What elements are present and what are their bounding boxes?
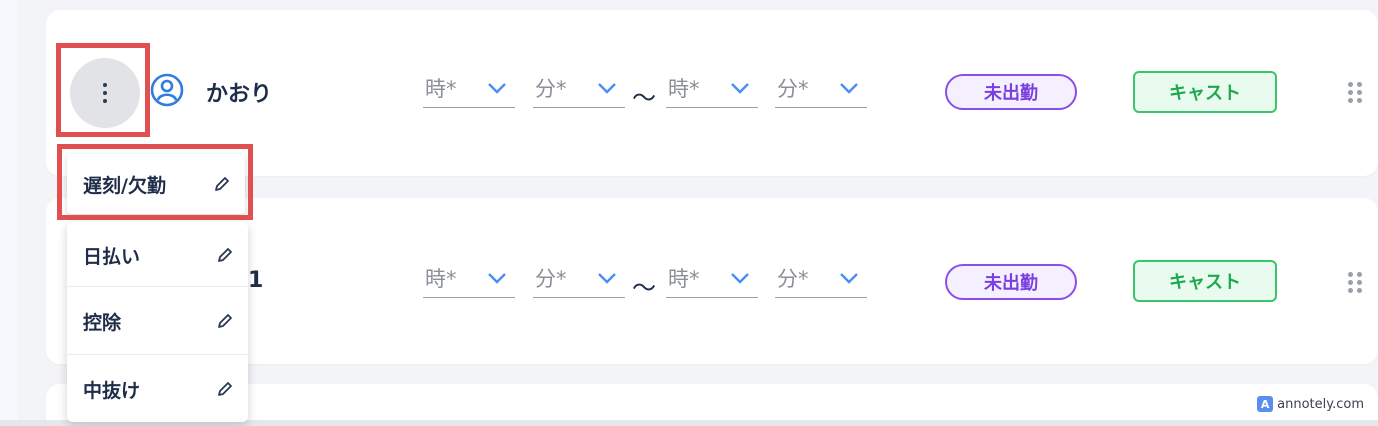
menu-item-label: 日払い <box>83 245 141 268</box>
pencil-icon <box>218 248 232 262</box>
menu-item-daily-payment[interactable]: 日払い <box>67 222 248 288</box>
end-minute-placeholder: 分* <box>777 266 809 291</box>
menu-item-label: 遅刻/欠勤 <box>83 174 166 197</box>
menu-item-break-out[interactable]: 中抜け <box>67 356 248 422</box>
annotely-logo-icon: A <box>1257 396 1274 412</box>
menu-item-deduction[interactable]: 控除 <box>67 288 248 354</box>
staff-name: かおり <box>206 82 273 107</box>
start-minute-placeholder: 分* <box>535 76 567 101</box>
time-range-separator: 〜 <box>632 84 656 112</box>
start-hour-select[interactable]: 時* <box>423 72 515 108</box>
shift-list-screen: かおり 時* 分* 〜 時* 分* 未出勤 キャスト 1 時* 分* 〜 時* … <box>0 0 1378 426</box>
drag-handle-icon[interactable] <box>1348 272 1362 293</box>
end-hour-placeholder: 時* <box>668 76 700 101</box>
end-hour-placeholder: 時* <box>668 266 700 291</box>
role-badge[interactable]: キャスト <box>1133 71 1277 113</box>
role-badge[interactable]: キャスト <box>1133 260 1277 302</box>
staff-name: 1 <box>248 268 264 293</box>
watermark-text: annotely.com <box>1277 396 1364 412</box>
menu-divider <box>67 286 248 287</box>
attendance-status-badge[interactable]: 未出勤 <box>945 264 1077 300</box>
chevron-down-icon <box>488 82 506 94</box>
menu-item-late-absence[interactable]: 遅刻/欠勤 <box>67 151 245 217</box>
chevron-down-icon <box>598 272 616 284</box>
kebab-dot <box>103 91 107 95</box>
user-avatar-icon <box>150 73 184 107</box>
end-minute-select[interactable]: 分* <box>775 72 867 108</box>
menu-divider <box>67 354 248 355</box>
row-action-menu: 遅刻/欠勤 <box>67 154 245 214</box>
pencil-icon <box>218 314 232 328</box>
pencil-icon <box>215 177 229 191</box>
watermark: A annotely.com <box>1257 396 1364 412</box>
start-minute-placeholder: 分* <box>535 266 567 291</box>
start-hour-placeholder: 時* <box>425 76 457 101</box>
start-hour-select[interactable]: 時* <box>423 262 515 298</box>
kebab-dot <box>103 99 107 103</box>
row-menu-button[interactable] <box>70 58 140 128</box>
end-hour-select[interactable]: 時* <box>666 262 758 298</box>
pencil-icon <box>218 382 232 396</box>
menu-item-label: 控除 <box>83 311 122 334</box>
end-minute-select[interactable]: 分* <box>775 262 867 298</box>
chevron-down-icon <box>488 272 506 284</box>
end-hour-select[interactable]: 時* <box>666 72 758 108</box>
chevron-down-icon <box>840 272 858 284</box>
start-minute-select[interactable]: 分* <box>533 262 625 298</box>
time-range-separator: 〜 <box>632 274 656 302</box>
chevron-down-icon <box>840 82 858 94</box>
start-minute-select[interactable]: 分* <box>533 72 625 108</box>
menu-item-label: 中抜け <box>83 379 141 402</box>
chevron-down-icon <box>598 82 616 94</box>
end-minute-placeholder: 分* <box>777 76 809 101</box>
row-action-menu-list: 日払い 控除 中抜け <box>67 222 248 422</box>
start-hour-placeholder: 時* <box>425 266 457 291</box>
drag-handle-icon[interactable] <box>1348 82 1362 103</box>
left-gutter <box>0 0 18 426</box>
chevron-down-icon <box>731 272 749 284</box>
chevron-down-icon <box>731 82 749 94</box>
kebab-dot <box>103 83 107 87</box>
attendance-status-badge[interactable]: 未出勤 <box>945 74 1077 110</box>
